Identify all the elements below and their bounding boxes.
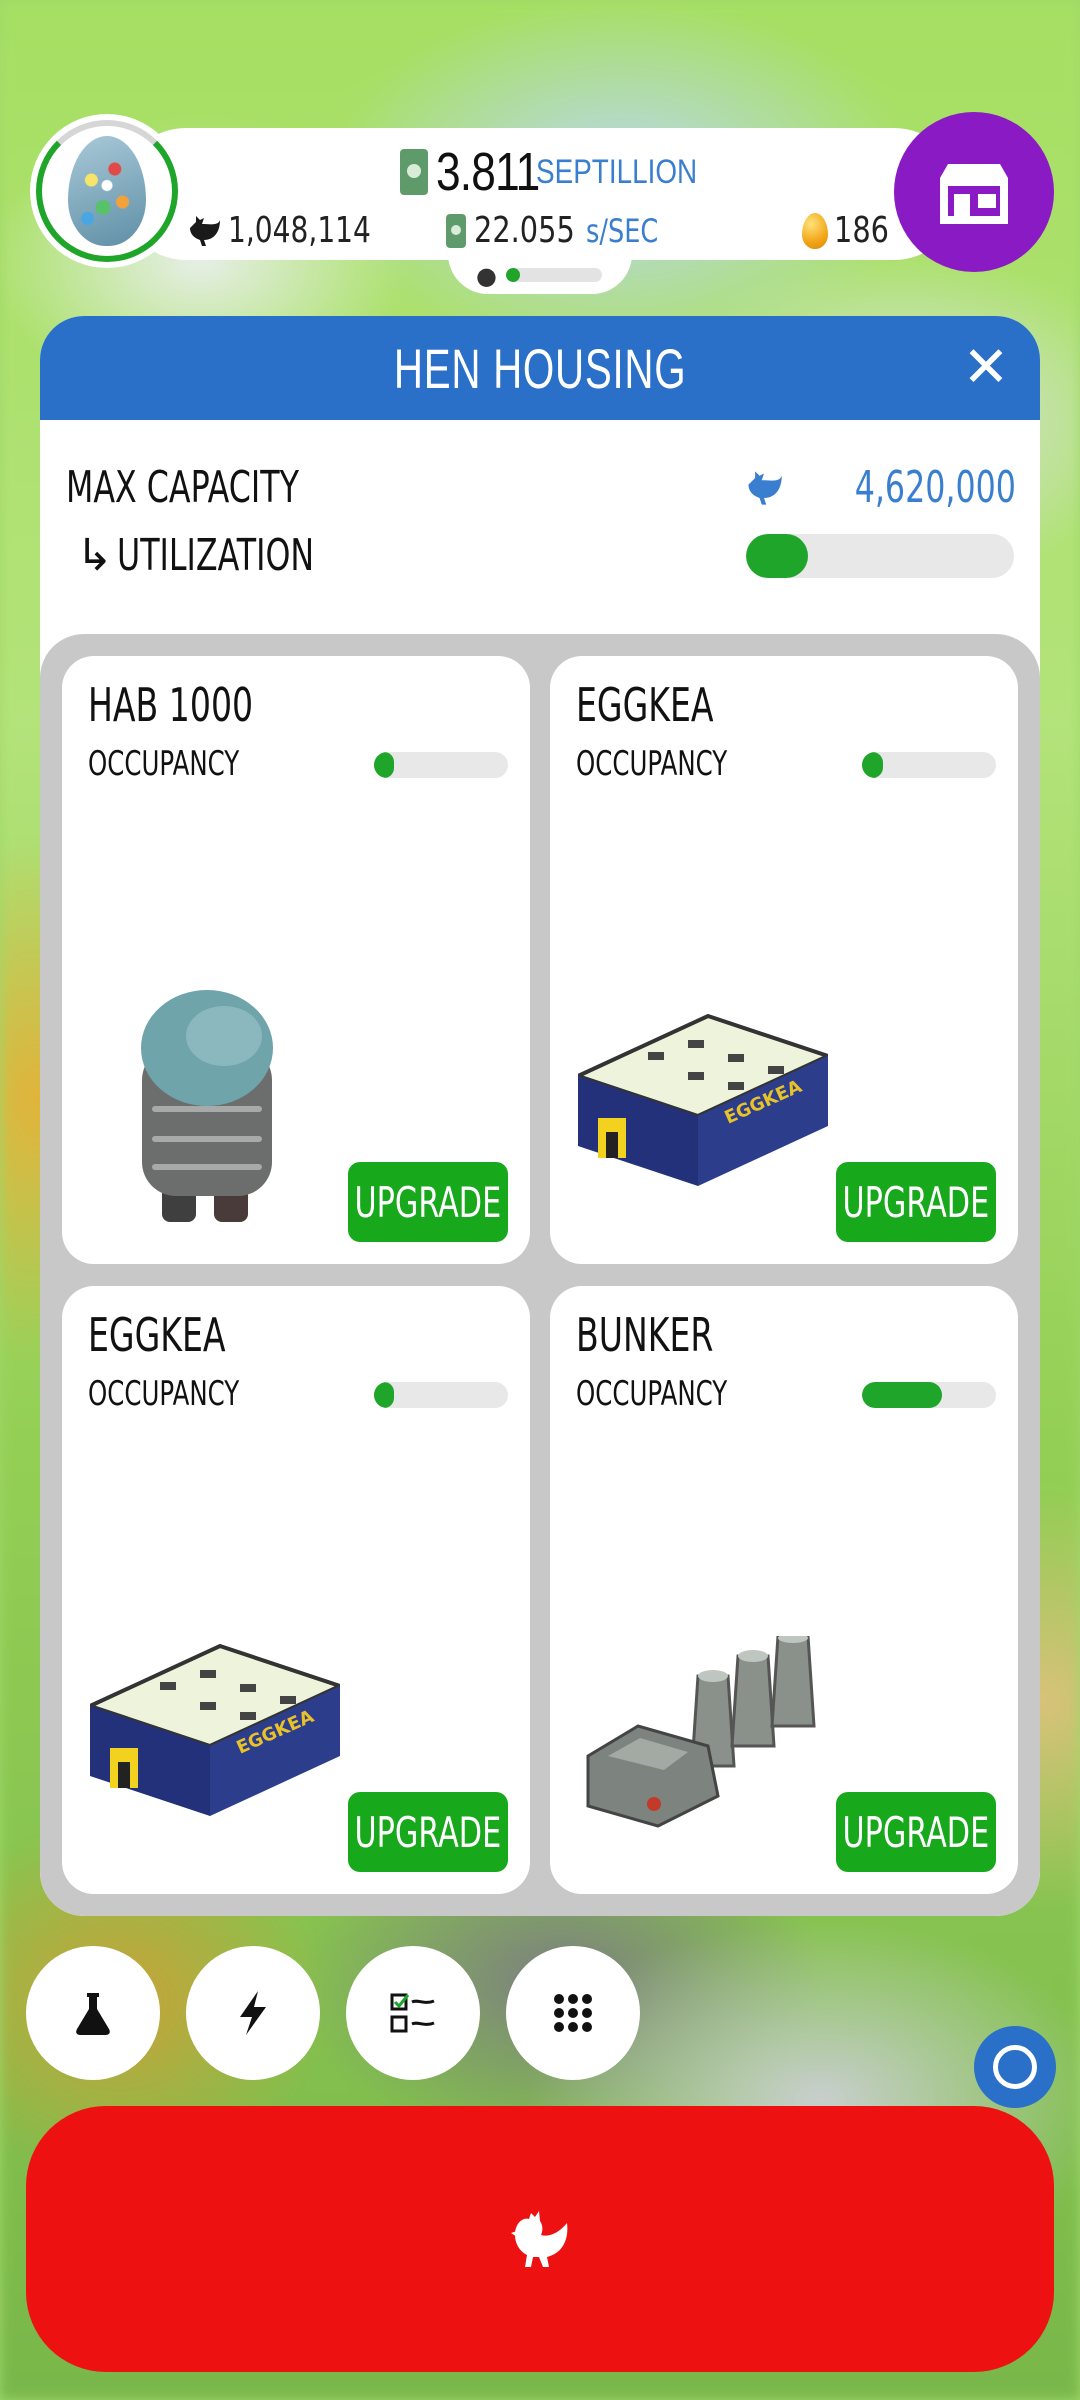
occupancy-fill [862, 1382, 943, 1408]
chicken-icon [748, 470, 782, 505]
upgrade-button[interactable]: UPGRADE [836, 1792, 996, 1872]
hab-name: EGGKEA [88, 1308, 226, 1362]
panel-header: HEN HOUSING ✕ [40, 316, 1040, 420]
max-capacity-value: 4,620,000 [854, 462, 1016, 513]
boosts-button[interactable] [186, 1946, 320, 2080]
hab-grid: HAB 1000 OCCUPANCY UPGRADE EGGKEA OCCUPA… [40, 634, 1040, 1916]
circle-icon [993, 2045, 1037, 2089]
golden-egg-count[interactable]: 186 [802, 210, 903, 251]
occupancy-fill [862, 752, 884, 778]
lightning-icon [240, 1991, 266, 2035]
research-button[interactable] [26, 1946, 160, 2080]
upgrade-label: UPGRADE [354, 1807, 502, 1857]
utilization-row: ↳ UTILIZATION [66, 530, 1016, 581]
golden-egg-value: 186 [834, 210, 889, 251]
eggkea-warehouse-image: EGGKEA [90, 1643, 340, 1816]
utilization-label-group: ↳ UTILIZATION [66, 530, 391, 581]
mini-progress-fill [506, 268, 521, 282]
max-capacity-value-group: 4,620,000 [744, 462, 1016, 513]
occupancy-label: OCCUPANCY [576, 744, 728, 784]
chicken-icon [511, 2211, 568, 2267]
golden-egg-icon [802, 212, 828, 249]
panel-title: HEN HOUSING [393, 336, 687, 400]
upgrade-button[interactable]: UPGRADE [348, 1162, 508, 1242]
hab-name: EGGKEA [576, 678, 714, 732]
chicken-icon [190, 215, 220, 246]
eggkea-warehouse-image: EGGKEA [578, 1013, 828, 1186]
arrow-icon: ↳ [76, 530, 113, 581]
cash-value: 3.811 [436, 142, 540, 202]
chicken-count-value: 1,048,114 [228, 210, 371, 251]
occupancy-fill [374, 1382, 394, 1408]
upgrade-button[interactable]: UPGRADE [836, 1162, 996, 1242]
occupancy-label: OCCUPANCY [576, 1374, 728, 1414]
close-icon: ✕ [962, 335, 1010, 400]
hab-card[interactable]: BUNKER OCCUPANCY UPGRADE [550, 1286, 1018, 1894]
upgrade-label: UPGRADE [842, 1177, 990, 1227]
current-egg-avatar[interactable] [30, 114, 184, 268]
cash-icon [400, 149, 428, 195]
hab-name: HAB 1000 [88, 678, 254, 732]
missions-button[interactable] [346, 1946, 480, 2080]
occupancy-bar [862, 752, 996, 778]
occupancy-fill [374, 752, 394, 778]
max-capacity-row: MAX CAPACITY 4,620,000 [66, 462, 1016, 513]
assistant-button[interactable] [974, 2026, 1056, 2108]
grid-dots-icon [554, 1994, 592, 2032]
occupancy-label: OCCUPANCY [88, 1374, 240, 1414]
shop-icon [940, 164, 1008, 224]
hab-card[interactable]: HAB 1000 OCCUPANCY UPGRADE [62, 656, 530, 1264]
upgrade-button[interactable]: UPGRADE [348, 1792, 508, 1872]
max-capacity-label: MAX CAPACITY [66, 462, 299, 513]
cash-display: 3.811 SEPTILLION [400, 140, 733, 204]
utilization-fill [746, 533, 808, 578]
hab-card[interactable]: EGGKEA OCCUPANCY EGGKEA UPGRADE [550, 656, 1018, 1264]
checklist-icon [390, 1993, 435, 2033]
cash-icon [446, 213, 466, 248]
chicken-count: 1,048,114 [186, 210, 411, 251]
chick-icon: ● [476, 262, 497, 290]
occupancy-bar [374, 1382, 508, 1408]
shop-button[interactable] [894, 112, 1054, 272]
hatch-chicken-button[interactable] [26, 2106, 1054, 2372]
cash-unit: SEPTILLION [536, 152, 698, 191]
rate-value: 22.055 [474, 210, 575, 251]
occupancy-label: OCCUPANCY [88, 744, 240, 784]
utilization-label: UTILIZATION [116, 530, 314, 581]
occupancy-bar [374, 752, 508, 778]
hab-name: BUNKER [576, 1308, 714, 1362]
bunker-image [586, 1636, 816, 1828]
upgrade-label: UPGRADE [842, 1807, 990, 1857]
close-button[interactable]: ✕ [956, 338, 1016, 398]
utilization-bar [746, 533, 1014, 578]
flask-icon [76, 1993, 110, 2035]
hab-card[interactable]: EGGKEA OCCUPANCY EGGKEA UPGRADE [62, 1286, 530, 1894]
rate-unit: s/SEC [585, 211, 659, 250]
upgrade-label: UPGRADE [354, 1177, 502, 1227]
occupancy-bar [862, 1382, 996, 1408]
hen-housing-panel: HEN HOUSING ✕ MAX CAPACITY 4,620,000 ↳ U… [40, 316, 1040, 1916]
menu-button[interactable] [506, 1946, 640, 2080]
mini-progress-bar [506, 268, 602, 282]
earning-rate: 22.055 s/SEC [446, 210, 676, 251]
hab-1000-silo-image [141, 990, 273, 1222]
